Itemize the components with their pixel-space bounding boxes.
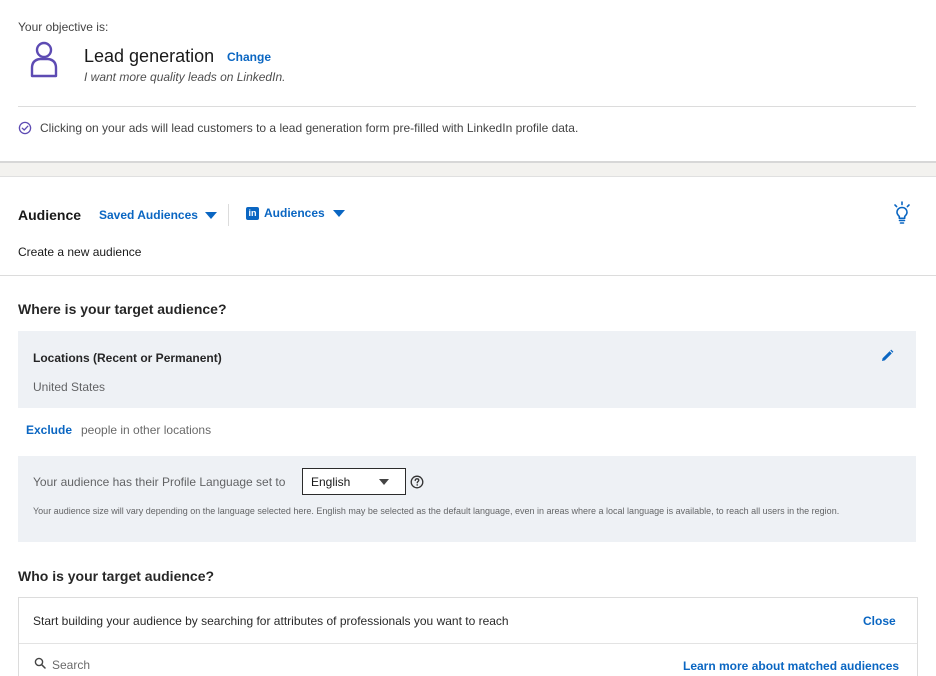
exclude-text: people in other locations [81, 423, 212, 437]
audience-search-input[interactable] [52, 656, 352, 674]
section-separator [0, 161, 936, 177]
language-panel [18, 456, 916, 542]
locations-title: Locations (Recent or Permanent) [33, 351, 222, 365]
caret-down-icon [379, 479, 389, 485]
who-heading: Who is your target audience? [18, 568, 215, 584]
linkedin-logo-icon: in [246, 206, 259, 220]
saved-audiences-dropdown[interactable]: Saved Audiences [99, 208, 217, 222]
audience-label: Audience [18, 207, 82, 223]
linkedin-audiences-label: Audiences [264, 206, 325, 220]
close-button[interactable]: Close [863, 614, 896, 628]
change-objective-link[interactable]: Change [227, 50, 271, 64]
divider [0, 275, 936, 276]
language-prefix: Your audience has their Profile Language… [33, 475, 286, 489]
linkedin-audiences-dropdown[interactable]: in Audiences [246, 206, 345, 220]
divider [18, 106, 916, 107]
locations-value: United States [33, 380, 106, 394]
objective-title: Lead generation [84, 46, 215, 66]
divider [19, 643, 917, 644]
profile-language-value: English [311, 474, 351, 489]
saved-audiences-label: Saved Audiences [99, 208, 198, 222]
language-note: Your audience size will vary depending o… [33, 506, 840, 516]
person-outline-icon [30, 41, 58, 78]
search-icon [34, 657, 46, 669]
caret-down-icon [332, 209, 345, 217]
caret-down-icon [204, 211, 217, 219]
objective-note: Clicking on your ads will lead customers… [40, 121, 579, 135]
vertical-divider [228, 204, 229, 226]
lightbulb-icon[interactable] [892, 201, 912, 225]
audience-builder-prompt: Start building your audience by searchin… [33, 614, 509, 628]
pencil-icon[interactable] [880, 349, 894, 363]
learn-more-matched-audiences-link[interactable]: Learn more about matched audiences [683, 659, 899, 673]
create-new-audience-text: Create a new audience [18, 245, 142, 259]
where-heading: Where is your target audience? [18, 301, 227, 317]
help-circle-icon[interactable] [410, 475, 424, 489]
check-circle-icon [18, 121, 32, 135]
profile-language-select[interactable]: English [302, 468, 406, 495]
objective-subtitle: I want more quality leads on LinkedIn. [84, 70, 286, 84]
exclude-locations-link[interactable]: Exclude [26, 423, 72, 437]
locations-panel [18, 331, 916, 408]
objective-label: Your objective is: [18, 20, 109, 34]
